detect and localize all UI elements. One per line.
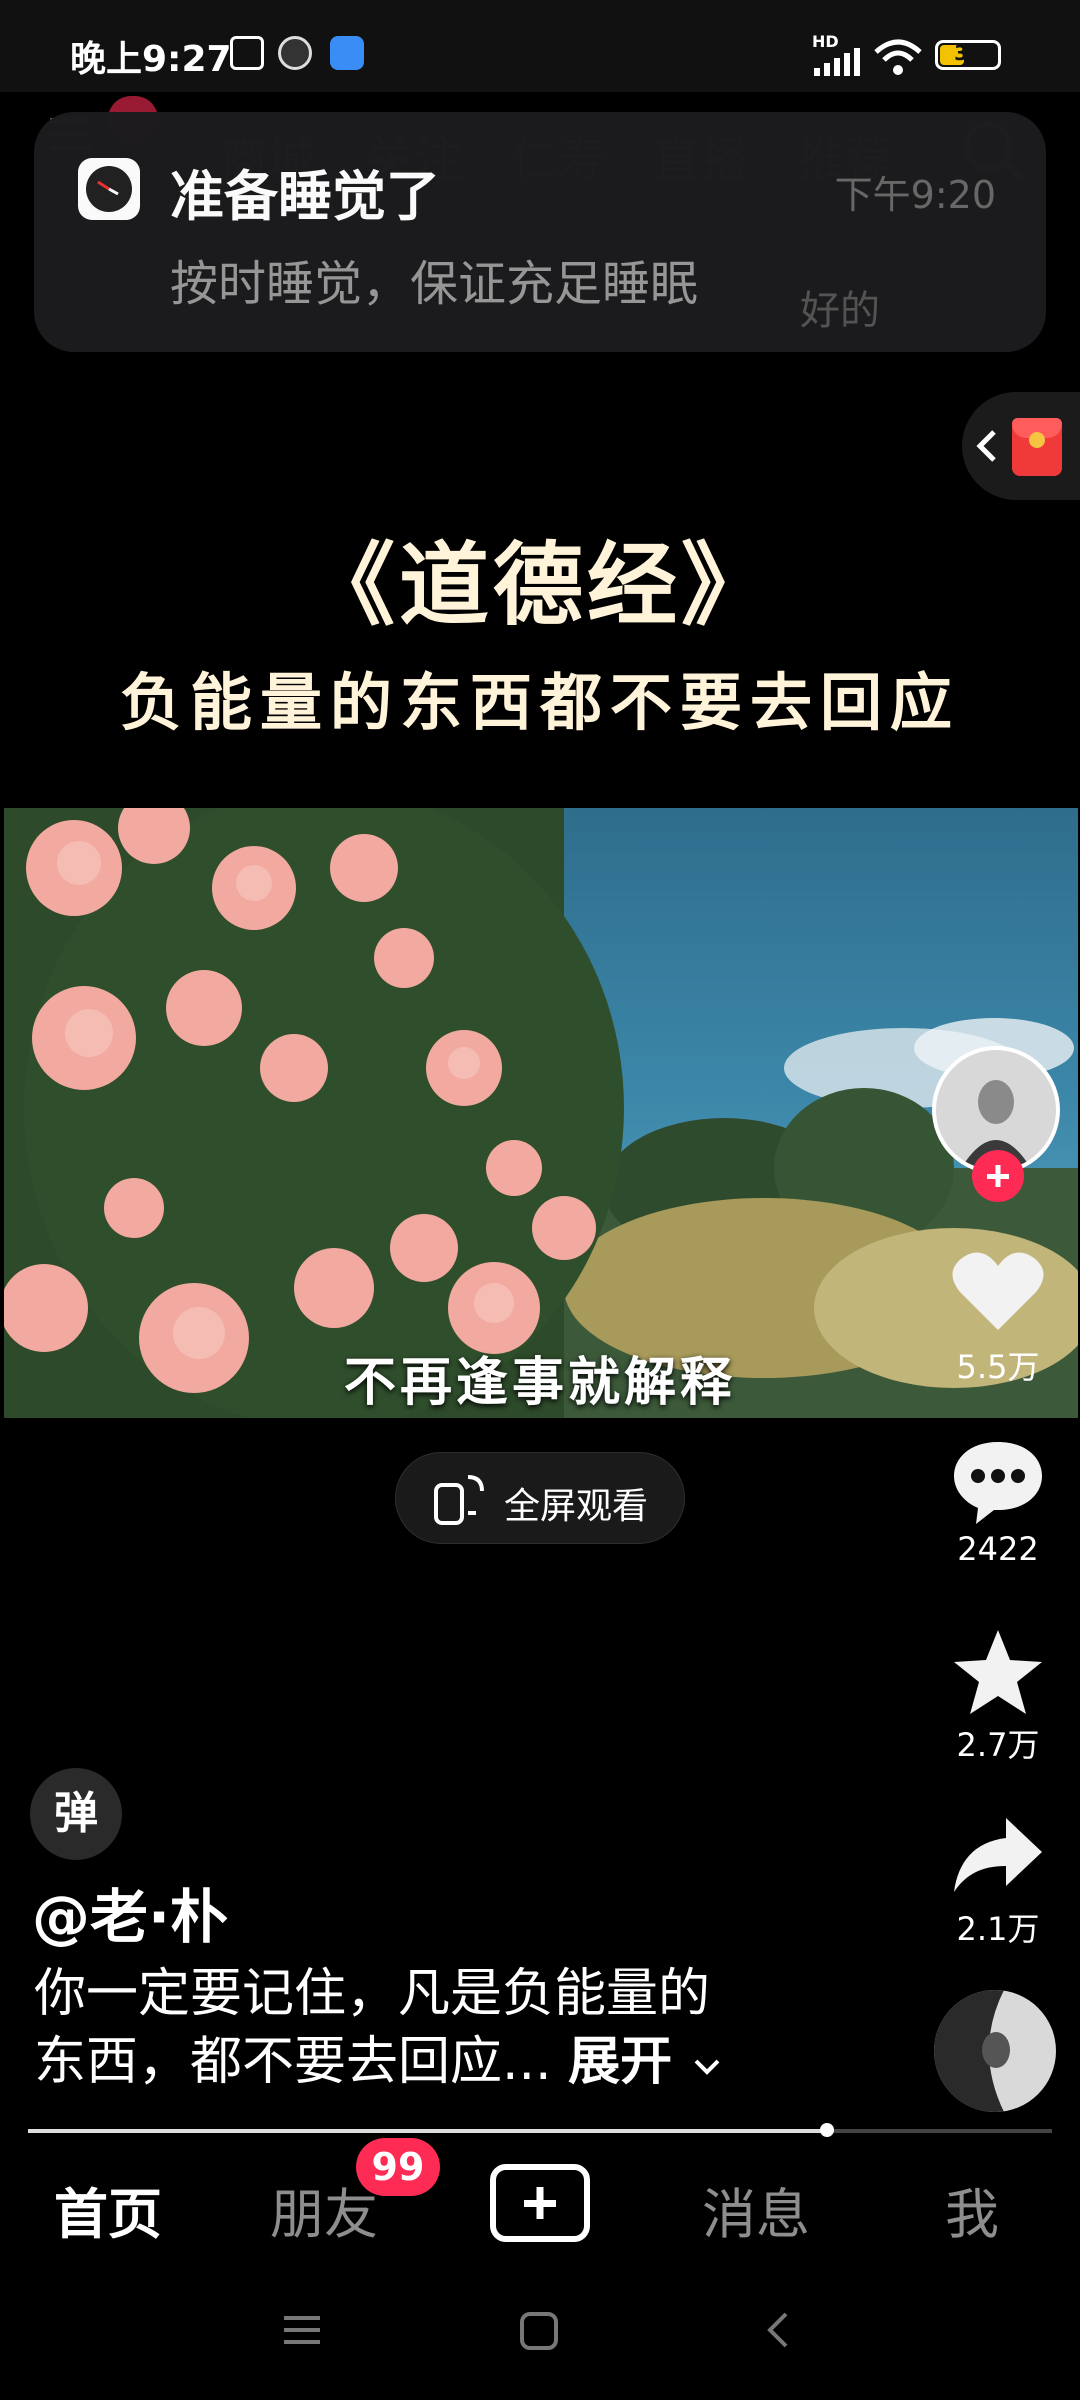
tab-home[interactable]: 首页: [28, 2170, 188, 2249]
fullscreen-label: 全屏观看: [504, 1486, 649, 1527]
plus-icon: [987, 1165, 1009, 1187]
chevron-left-icon: [976, 430, 996, 462]
notification-ok-button[interactable]: 好的: [800, 278, 880, 336]
share-count: 2.1万: [956, 1910, 1040, 1948]
wifi-icon: [874, 39, 922, 75]
nfc-icon: [230, 36, 264, 70]
music-disc-avatar[interactable]: [934, 1990, 1056, 2112]
sleep-reminder-notification[interactable]: 准备睡觉了 按时睡觉，保证充足睡眠 下午9:20 好的: [34, 112, 1046, 352]
notification-time: 下午9:20: [834, 173, 996, 217]
clock-app-icon: [78, 158, 140, 220]
description-line-2: 东西，都不要去回应...: [34, 2032, 552, 2092]
video-progress-bar[interactable]: [28, 2123, 1052, 2137]
progress-handle[interactable]: [819, 2123, 834, 2137]
follow-button[interactable]: [972, 1150, 1024, 1202]
chevron-down-icon: [694, 2059, 720, 2075]
notification-body: 按时睡觉，保证充足睡眠: [170, 256, 699, 312]
video-subtitle: 负能量的东西都不要去回应: [119, 666, 960, 739]
red-packet-widget[interactable]: [962, 392, 1080, 500]
comment-count: 2422: [957, 1530, 1039, 1568]
post-description[interactable]: 你一定要记住，凡是负能量的 东西，都不要去回应... 展开: [34, 1960, 774, 2096]
video-caption: 不再逢事就解释: [343, 1352, 736, 1413]
favorite-count: 2.7万: [956, 1726, 1040, 1764]
friends-badge: 99: [356, 2138, 440, 2196]
red-envelope-icon: [1012, 418, 1062, 476]
plus-icon: [524, 2187, 556, 2219]
back-icon[interactable]: [762, 2310, 794, 2354]
share-icon[interactable]: [950, 1812, 1046, 1896]
create-post-button[interactable]: [490, 2164, 590, 2242]
signal-icon: [814, 48, 860, 76]
rose-garden-image: [4, 808, 1078, 1418]
message-app-icon: [330, 36, 364, 70]
fullscreen-button[interactable]: 全屏观看: [395, 1452, 685, 1544]
danmaku-toggle-button[interactable]: 弹: [30, 1768, 122, 1860]
video-player[interactable]: [4, 808, 1078, 1418]
notification-title: 准备睡觉了: [170, 165, 440, 228]
favorite-star-icon[interactable]: [950, 1626, 1046, 1716]
tab-messages[interactable]: 消息: [676, 2170, 836, 2249]
author-name[interactable]: @老·朴: [32, 1870, 228, 1954]
expand-button[interactable]: 展开: [568, 2032, 724, 2092]
recent-apps-icon[interactable]: [280, 2310, 326, 2350]
battery-icon: 30: [935, 40, 1001, 70]
comment-icon[interactable]: [950, 1436, 1046, 1526]
description-line-1: 你一定要记住，凡是负能量的: [34, 1964, 711, 2024]
fullscreen-icon: [434, 1475, 484, 1525]
status-bar: 晚上9:27 HD 30: [0, 0, 1080, 92]
like-count: 5.5万: [956, 1348, 1040, 1386]
tab-me[interactable]: 我: [892, 2170, 1052, 2249]
like-icon[interactable]: [950, 1248, 1046, 1334]
clock-app-icon: [278, 36, 312, 70]
progress-fill: [28, 2129, 827, 2133]
home-icon[interactable]: [518, 2310, 562, 2354]
status-time: 晚上9:27: [70, 39, 232, 80]
video-title: 《道德经》: [305, 532, 775, 638]
